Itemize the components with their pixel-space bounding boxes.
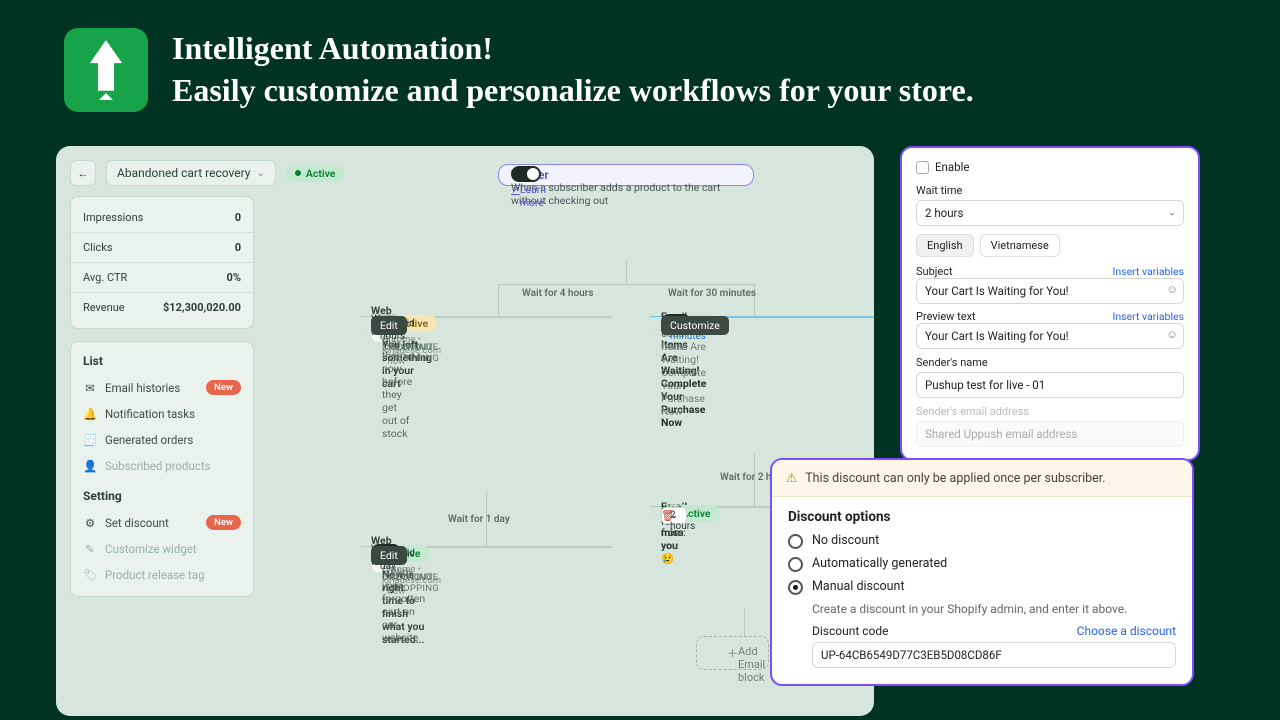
- sender-name-input[interactable]: Pushup test for live - 01: [916, 372, 1184, 398]
- email-settings-panel: Enable Wait time 2 hours English Vietnam…: [900, 146, 1200, 461]
- edge-label: Wait for 30 minutes: [668, 288, 756, 299]
- tab-vietnamese[interactable]: Vietnamese: [980, 234, 1060, 257]
- learn-more-link[interactable]: ↗ Learn more: [511, 183, 520, 196]
- edge-label: Wait for 1 day: [448, 514, 510, 525]
- hero-title: Intelligent Automation!: [172, 28, 974, 70]
- wait-time-select[interactable]: 2 hours: [916, 200, 1184, 226]
- radio-manual-discount[interactable]: Manual discount: [788, 579, 1176, 595]
- chevron-down-icon: ⌄: [256, 168, 264, 179]
- discount-code-input[interactable]: UP-64CB6549D77C3EB5D08CD86F: [812, 642, 1176, 668]
- warning-text: This discount can only be applied once p…: [805, 471, 1105, 486]
- bell-icon: 🔔: [83, 407, 97, 421]
- user-icon: 👤: [83, 459, 97, 473]
- mail-icon: ✉: [83, 381, 97, 395]
- sidebar-item-notification-tasks[interactable]: 🔔Notification tasks: [75, 401, 249, 427]
- email1-node[interactable]: ✉ Email 1 Active Your Items Are Waiting!…: [650, 316, 874, 318]
- emoji-icon[interactable]: ☺: [1166, 327, 1178, 341]
- preview-label: Preview text: [916, 310, 976, 323]
- sidebar-item-email-histories[interactable]: ✉Email historiesNew: [75, 374, 249, 401]
- preview-input[interactable]: Your Cart Is Waiting for You!: [916, 323, 1184, 349]
- edit-button[interactable]: Edit: [371, 546, 407, 565]
- trigger-toggle[interactable]: [511, 166, 541, 182]
- webpush1-node[interactable]: 📣 Web Push 1 Inactive Android ⌄ ◎ Chrome…: [360, 316, 612, 318]
- sidebar-item-generated-orders[interactable]: 🧾Generated orders: [75, 427, 249, 453]
- sidebar: List ✉Email historiesNew 🔔Notification t…: [70, 341, 254, 597]
- stat-value: 0: [235, 241, 241, 254]
- discount-code-label: Discount code: [812, 624, 889, 638]
- radio-no-discount[interactable]: No discount: [788, 533, 1176, 549]
- stats-panel: Impressions 0 Clicks 0 Avg. CTR 0% Revenue $…: [70, 196, 254, 329]
- stat-label: Clicks: [83, 241, 113, 254]
- trigger-node[interactable]: ⚡ Trigger When a subscriber adds a produ…: [498, 164, 754, 186]
- new-badge: New: [206, 380, 241, 395]
- stat-value: 0%: [227, 271, 241, 284]
- delete-button[interactable]: 🗑: [661, 509, 674, 522]
- sidebar-item-product-release-tag[interactable]: 🏷Product release tag: [75, 562, 249, 588]
- add-email-block-button[interactable]: ＋ Add Email block: [696, 636, 769, 670]
- insert-variables-link[interactable]: Insert variables: [1113, 310, 1184, 323]
- subject-input[interactable]: Your Cart Is Waiting for You!: [916, 278, 1184, 304]
- flow-title-dropdown[interactable]: Abandoned cart recovery ⌄: [106, 160, 276, 186]
- edit-button[interactable]: Edit: [371, 316, 407, 335]
- orders-icon: 🧾: [83, 433, 97, 447]
- sender-name-label: Sender's name: [916, 356, 1184, 369]
- stat-label: Impressions: [83, 211, 143, 224]
- stat-label: Avg. CTR: [83, 271, 127, 284]
- app-logo: [64, 28, 148, 112]
- back-button[interactable]: ←: [70, 160, 96, 186]
- manual-hint: Create a discount in your Shopify admin,…: [812, 602, 1176, 616]
- sender-email-input: Shared Uppush email address: [916, 421, 1184, 447]
- pencil-icon: ✎: [83, 542, 97, 556]
- stat-label: Revenue: [83, 301, 125, 314]
- stat-value: $12,300,020.00: [163, 301, 241, 314]
- enable-label: Enable: [935, 160, 970, 174]
- insert-variables-link[interactable]: Insert variables: [1113, 265, 1184, 278]
- discount-options-panel: ⚠ This discount can only be applied once …: [770, 458, 1194, 686]
- sidebar-section-list: List: [75, 350, 249, 374]
- sidebar-item-set-discount[interactable]: ⚙Set discountNew: [75, 509, 249, 536]
- flow-name: Abandoned cart recovery: [117, 166, 250, 180]
- trigger-body: When a subscriber adds a product to the …: [511, 181, 753, 207]
- subject-label: Subject: [916, 265, 953, 278]
- discount-options-title: Discount options: [788, 509, 1176, 525]
- wait-time-label: Wait time: [916, 184, 1184, 197]
- warning-icon: ⚠: [786, 470, 797, 486]
- sidebar-item-subscribed-products[interactable]: 👤Subscribed products: [75, 453, 249, 479]
- workflow-editor: ← Abandoned cart recovery ⌄ Active Impre…: [56, 146, 874, 716]
- customize-button[interactable]: Customize: [661, 316, 729, 335]
- edge-label: Wait for 4 hours: [522, 288, 594, 299]
- hero-subtitle: Easily customize and personalize workflo…: [172, 70, 974, 112]
- tag-icon: 🏷: [83, 568, 97, 582]
- choose-discount-link[interactable]: Choose a discount: [1077, 624, 1176, 638]
- enable-checkbox[interactable]: [916, 161, 929, 174]
- radio-auto-discount[interactable]: Automatically generated: [788, 556, 1176, 572]
- stat-value: 0: [235, 211, 241, 224]
- sidebar-section-setting: Setting: [75, 485, 249, 509]
- emoji-icon[interactable]: ☺: [1166, 282, 1178, 296]
- webpush2-node[interactable]: 📣 Web Push 2 Active Android ⌄ ◎ Chrome •…: [360, 546, 612, 548]
- sidebar-item-customize-widget[interactable]: ✎Customize widget: [75, 536, 249, 562]
- new-badge: New: [206, 515, 241, 530]
- sender-email-label: Sender's email address: [916, 405, 1184, 418]
- gear-icon: ⚙: [83, 516, 97, 530]
- tab-english[interactable]: English: [916, 234, 974, 257]
